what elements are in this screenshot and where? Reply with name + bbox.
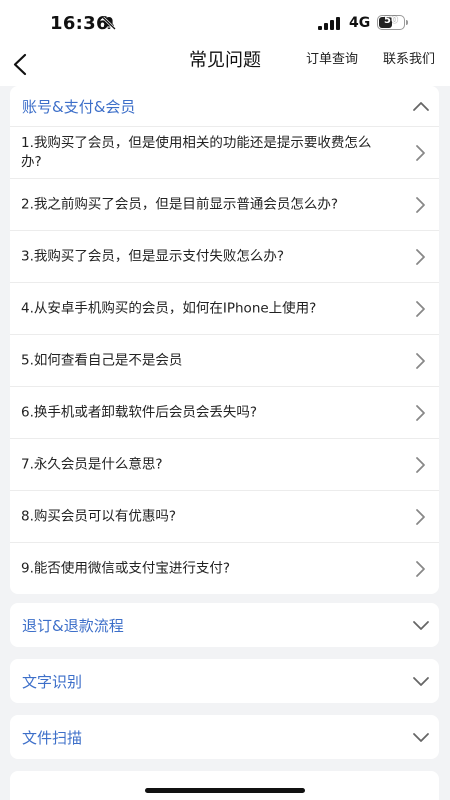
- faq-question-text: 3.我购买了会员，但是显示支付失败怎么办?: [21, 248, 285, 264]
- faq-section-header[interactable]: 账号&支付&会员: [10, 86, 439, 127]
- faq-question-text: 7.永久会员是什么意思?: [21, 456, 163, 472]
- faq-question-item[interactable]: 2.我之前购买了会员，但是目前显示普通会员怎么办?: [10, 179, 439, 231]
- faq-question-text: 9.能否使用微信或支付宝进行支付?: [21, 560, 231, 576]
- chevron-right-icon: [416, 508, 425, 525]
- faq-section-title: 文字识别: [22, 673, 83, 691]
- faq-question-item[interactable]: 9.能否使用微信或支付宝进行支付?: [10, 543, 439, 594]
- order-query-link[interactable]: 订单查询: [306, 48, 358, 67]
- faq-section-refund: 退订&退款流程: [10, 603, 439, 647]
- chevron-right-icon: [416, 300, 425, 317]
- faq-section-header[interactable]: 文件扫描: [10, 715, 439, 759]
- faq-section-title: 文件扫描: [22, 729, 83, 747]
- faq-section-ocr: 文字识别: [10, 659, 439, 703]
- chevron-down-icon: [413, 621, 429, 630]
- status-time: 16:36: [50, 13, 109, 34]
- chevron-right-icon: [416, 352, 425, 369]
- network-type: 4G: [349, 15, 371, 31]
- chevron-right-icon: [416, 560, 425, 577]
- nav-bar: 常见问题 订单查询 联系我们: [0, 44, 450, 86]
- chevron-right-icon: [416, 456, 425, 473]
- chevron-right-icon: [416, 248, 425, 265]
- faq-section-header[interactable]: 退订&退款流程: [10, 603, 439, 647]
- contact-us-link[interactable]: 联系我们: [383, 48, 435, 67]
- chevron-right-icon: [416, 404, 425, 421]
- battery-level: 50: [384, 15, 398, 26]
- chevron-right-icon: [416, 196, 425, 213]
- chevron-down-icon: [413, 677, 429, 686]
- faq-question-text: 4.从安卓手机购买的会员，如何在IPhone上使用?: [21, 300, 317, 316]
- battery-tip: [406, 20, 408, 25]
- faq-question-text: 8.购买会员可以有优惠吗?: [21, 508, 177, 524]
- faq-section-account: 账号&支付&会员 1.我购买了会员，但是使用相关的功能还是提示要收费怎么办? 2…: [10, 86, 439, 594]
- faq-question-item[interactable]: 1.我购买了会员，但是使用相关的功能还是提示要收费怎么办?: [10, 127, 439, 179]
- faq-section-title: 账号&支付&会员: [22, 98, 136, 116]
- status-bar: 16:36 4G 50: [0, 0, 450, 44]
- faq-question-item[interactable]: 5.如何查看自己是不是会员: [10, 335, 439, 387]
- battery-icon: 50: [377, 15, 405, 30]
- bell-mute-icon: [102, 16, 116, 30]
- chevron-up-icon: [413, 102, 429, 111]
- faq-section-title: 退订&退款流程: [22, 617, 124, 635]
- faq-question-item[interactable]: 8.购买会员可以有优惠吗?: [10, 491, 439, 543]
- faq-section-partial: [10, 771, 439, 800]
- chevron-right-icon: [416, 144, 425, 161]
- faq-question-item[interactable]: 4.从安卓手机购买的会员，如何在IPhone上使用?: [10, 283, 439, 335]
- faq-question-text: 2.我之前购买了会员，但是目前显示普通会员怎么办?: [21, 196, 339, 212]
- faq-question-list: 1.我购买了会员，但是使用相关的功能还是提示要收费怎么办? 2.我之前购买了会员…: [10, 127, 439, 594]
- cellular-signal-icon: [318, 17, 340, 30]
- home-indicator[interactable]: [145, 788, 305, 793]
- back-arrow-icon[interactable]: [8, 50, 38, 80]
- faq-question-text: 1.我购买了会员，但是使用相关的功能还是提示要收费怎么办?: [21, 134, 372, 170]
- faq-question-text: 5.如何查看自己是不是会员: [21, 352, 183, 368]
- faq-question-item[interactable]: 7.永久会员是什么意思?: [10, 439, 439, 491]
- chevron-down-icon: [413, 733, 429, 742]
- faq-section-scan: 文件扫描: [10, 715, 439, 759]
- faq-question-item[interactable]: 3.我购买了会员，但是显示支付失败怎么办?: [10, 231, 439, 283]
- faq-section-header[interactable]: 文字识别: [10, 659, 439, 703]
- faq-question-item[interactable]: 6.换手机或者卸载软件后会员会丢失吗?: [10, 387, 439, 439]
- faq-question-text: 6.换手机或者卸载软件后会员会丢失吗?: [21, 404, 258, 420]
